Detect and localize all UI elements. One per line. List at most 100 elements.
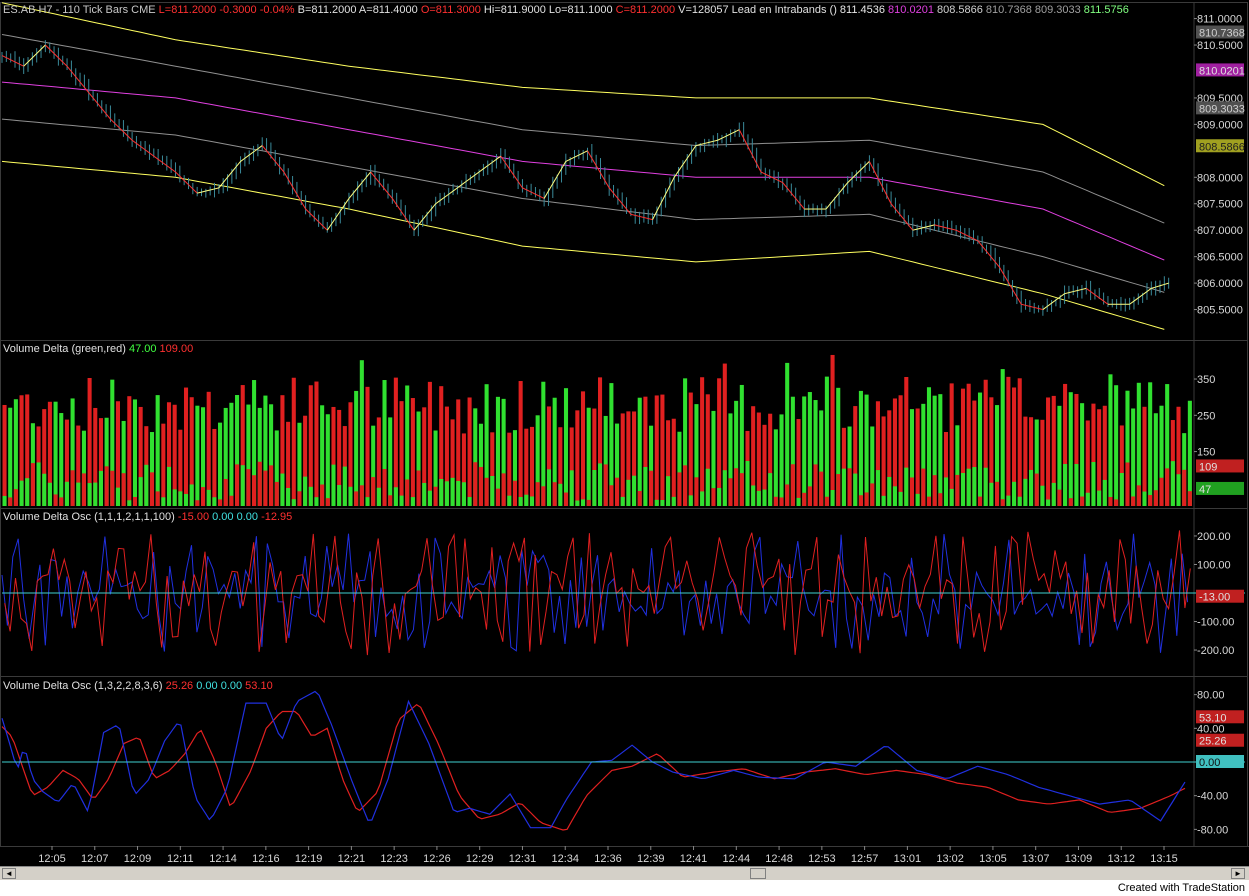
volume-bar-red (1080, 496, 1085, 506)
volume-bar-red (263, 470, 268, 506)
volume-bar-red (325, 498, 330, 506)
volume-bar-green (212, 497, 217, 506)
osc-fast-tag: -13.00 (1199, 592, 1230, 604)
volume-bar-red (246, 469, 251, 506)
volume-bar-green (359, 360, 364, 506)
volume-bar-green (393, 487, 398, 506)
volume-bar-red (830, 354, 835, 506)
header-value: 47.00 (126, 343, 157, 355)
volume-bar-green (1131, 408, 1136, 506)
volume-bar-green (172, 489, 177, 506)
volume-bar-red (1131, 496, 1136, 506)
y-tick-label: 808.0000 (1197, 172, 1243, 184)
volume-bar-red (81, 473, 86, 506)
x-tick-label: 12:31 (509, 853, 537, 865)
volume-bar-green (688, 495, 693, 506)
volume-bar-red (683, 465, 688, 506)
volume-bar-red (847, 468, 852, 506)
y-tick-label: -200.00 (1197, 645, 1234, 657)
volume-bar-red (30, 463, 35, 506)
y-tick-label: -80.00 (1197, 824, 1228, 836)
volume-bar-green (308, 486, 313, 506)
header-value: Lo=811.1000 (546, 4, 613, 16)
scroll-thumb[interactable] (750, 868, 766, 879)
y-tick-label: 100.00 (1197, 559, 1231, 571)
volume-bar-red (694, 477, 699, 506)
volume-bar-green (1142, 491, 1147, 506)
volume-bar-green (206, 489, 211, 506)
volume-bar-green (138, 477, 143, 506)
volume-bar-red (161, 423, 166, 506)
x-tick-label: 12:36 (594, 853, 622, 865)
volume-bar-red (819, 471, 824, 506)
volume-bar-green (53, 401, 58, 506)
volume-tag: 109 (1199, 461, 1217, 473)
volume-bar-green (830, 489, 835, 506)
volume-bar-green (762, 489, 767, 506)
x-tick-label: 12:53 (808, 853, 836, 865)
volume-bar-green (1000, 369, 1005, 506)
volume-bar-red (1046, 397, 1051, 506)
volume-bar-red (388, 495, 393, 506)
volume-bar-red (677, 472, 682, 506)
volume-bar-green (1097, 490, 1102, 506)
y-tick-label: 805.5000 (1197, 305, 1243, 317)
scroll-right-arrow-icon[interactable]: ► (1231, 868, 1245, 879)
volume-bar-green (722, 470, 727, 506)
header-value: 811.5756 (1081, 4, 1129, 16)
volume-bar-green (1040, 485, 1045, 506)
volume-bar-green (410, 497, 415, 506)
header-value: A=811.4000 (356, 4, 417, 16)
x-tick-label: 12:21 (338, 853, 366, 865)
volume-bar-green (2, 495, 7, 506)
volume-bar-red (932, 475, 937, 506)
volume-bar-green (354, 390, 359, 506)
volume-bar-green (195, 405, 200, 506)
volume-bar-red (1057, 489, 1062, 506)
volume-bar-red (127, 396, 132, 506)
price-tag: 808.5866 (1199, 141, 1245, 153)
x-tick-label: 12:26 (423, 853, 451, 865)
volume-bar-red (206, 391, 211, 506)
volume-bar-red (218, 499, 223, 506)
y-tick-label: 809.0000 (1197, 119, 1243, 131)
volume-bar-green (303, 476, 308, 506)
volume-bar-red (291, 377, 296, 506)
volume-bar-red (796, 419, 801, 506)
header-value: -15.00 (175, 511, 209, 523)
volume-bar-green (291, 499, 296, 506)
horizontal-scrollbar[interactable]: ◄ ► (0, 866, 1249, 881)
volume-bar-green (144, 464, 149, 506)
volume-bar-red (393, 377, 398, 506)
volume-bar-green (989, 482, 994, 506)
volume-bar-red (734, 468, 739, 506)
header-p1: ES.AB H7 - 110 Tick Bars CME L=811.2000 … (3, 4, 1129, 16)
volume-bar-red (1142, 406, 1147, 506)
footer-bar: Created with TradeStation (0, 880, 1249, 896)
volume-bar-red (354, 491, 359, 506)
header-p3: Volume Delta Osc (1,1,1,2,1,1,100) -15.0… (3, 511, 292, 523)
volume-bar-red (938, 493, 943, 506)
x-tick-label: 13:15 (1150, 853, 1178, 865)
volume-bar-green (42, 473, 47, 506)
volume-bar-green (580, 499, 586, 506)
y-tick-label: 350 (1197, 374, 1215, 386)
volume-bar-red (183, 387, 189, 506)
volume-bar-green (399, 495, 404, 506)
volume-bar-red (473, 462, 478, 506)
volume-bar-red (371, 477, 376, 506)
volume-bar-green (1012, 481, 1017, 506)
volume-bar-red (314, 381, 319, 506)
volume-bar-red (926, 496, 932, 506)
volume-bar-red (586, 499, 591, 506)
volume-bar-green (64, 481, 69, 506)
scroll-left-arrow-icon[interactable]: ◄ (2, 868, 16, 879)
volume-bar-red (654, 395, 659, 506)
volume-bar-red (995, 481, 1000, 506)
y-tick-label: -40.00 (1197, 791, 1228, 803)
volume-bar-red (1125, 462, 1130, 506)
volume-bar-green (1102, 479, 1107, 506)
footer-credit: Created with TradeStation (1117, 882, 1245, 894)
volume-bar-green (36, 462, 41, 506)
volume-bar-green (376, 487, 381, 506)
